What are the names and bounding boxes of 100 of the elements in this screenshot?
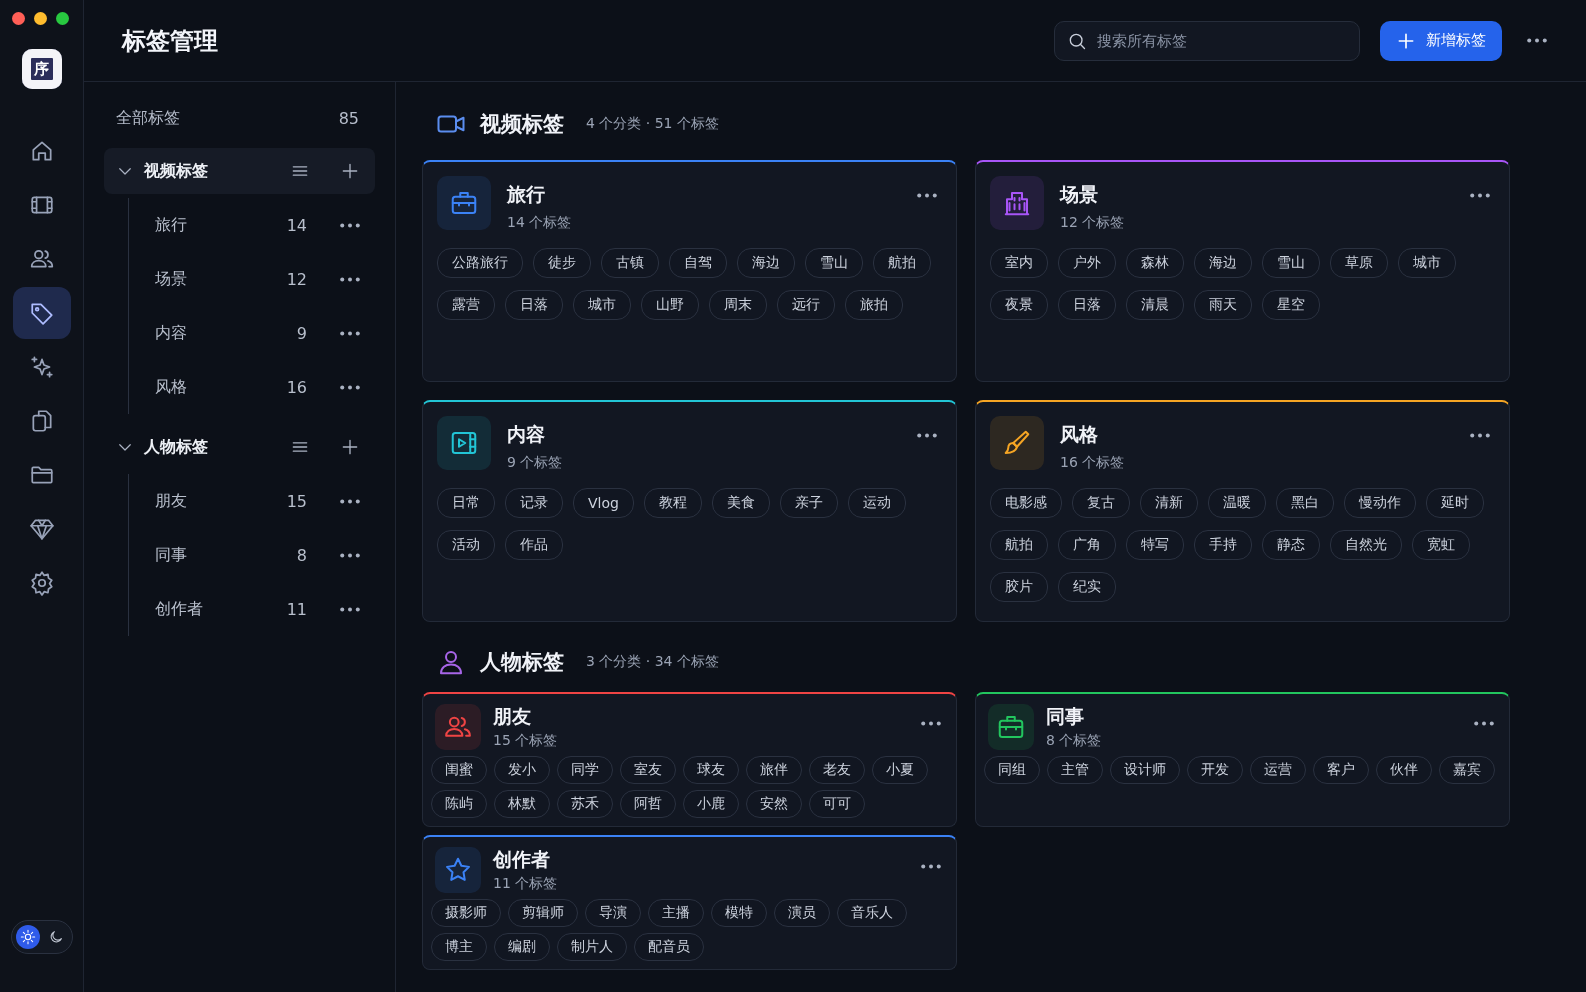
tag-chip[interactable]: 夜景 [990, 290, 1048, 320]
tag-chip[interactable]: 周末 [709, 290, 767, 320]
tag-chip[interactable]: 设计师 [1110, 756, 1180, 784]
tag-chip[interactable]: 露营 [437, 290, 495, 320]
tag-chip[interactable]: 静态 [1262, 530, 1320, 560]
tag-chip[interactable]: 森林 [1126, 248, 1184, 278]
tag-chip[interactable]: 阿哲 [620, 790, 676, 818]
tag-chip[interactable]: 城市 [573, 290, 631, 320]
tag-chip[interactable]: 电影感 [990, 488, 1062, 518]
group-label[interactable]: 人物标签 [144, 436, 263, 458]
tag-chip[interactable]: 记录 [505, 488, 563, 518]
new-tag-button[interactable]: 新增标签 [1380, 20, 1502, 61]
tag-chip[interactable]: 日落 [505, 290, 563, 320]
tag-chip[interactable]: 自然光 [1330, 530, 1402, 560]
theme-toggle[interactable] [10, 920, 73, 954]
tag-chip[interactable]: 同组 [984, 756, 1040, 784]
tag-chip[interactable]: 自驾 [669, 248, 727, 278]
tag-chip[interactable]: 闺蜜 [431, 756, 487, 784]
tag-chip[interactable]: 远行 [777, 290, 835, 320]
search-field[interactable]: 搜索所有标签 [1054, 20, 1360, 61]
tag-chip[interactable]: 雪山 [1262, 248, 1320, 278]
sidebar-item[interactable]: 内容 [155, 322, 297, 344]
sidebar-item[interactable]: 全部标签 [116, 107, 180, 129]
tag-chip[interactable]: 雪山 [805, 248, 863, 278]
sidebar-item[interactable]: 同事 [155, 544, 297, 566]
tag-chip[interactable]: 编剧 [494, 933, 550, 961]
nav-button[interactable] [12, 287, 71, 339]
tag-chip[interactable]: 音乐人 [837, 899, 907, 927]
tag-chip[interactable]: 山野 [641, 290, 699, 320]
tag-chip[interactable]: 特写 [1126, 530, 1184, 560]
tag-chip[interactable]: 慢动作 [1344, 488, 1416, 518]
tag-chip[interactable]: 开发 [1187, 756, 1243, 784]
tag-chip[interactable]: 城市 [1398, 248, 1456, 278]
sidebar-item[interactable]: 创作者 [155, 598, 287, 620]
tag-chip[interactable]: 草原 [1330, 248, 1388, 278]
tag-chip[interactable]: 延时 [1426, 488, 1484, 518]
tag-chip[interactable]: 胶片 [990, 572, 1048, 602]
tag-chip[interactable]: 公路旅行 [437, 248, 523, 278]
tag-chip[interactable]: 摄影师 [431, 899, 501, 927]
tag-chip[interactable]: 客户 [1313, 756, 1369, 784]
tag-chip[interactable]: 模特 [711, 899, 767, 927]
tag-chip[interactable]: 温暖 [1208, 488, 1266, 518]
tag-chip[interactable]: 日常 [437, 488, 495, 518]
sidebar-item[interactable]: 旅行 [155, 214, 287, 236]
tag-chip[interactable]: 教程 [643, 488, 702, 518]
tag-chip[interactable]: 老友 [809, 756, 865, 784]
window-control[interactable] [12, 12, 25, 25]
tag-chip[interactable]: 清晨 [1126, 290, 1184, 320]
tag-chip[interactable]: 雨天 [1194, 290, 1252, 320]
tag-chip[interactable]: 纪实 [1058, 572, 1116, 602]
tag-chip[interactable]: 手持 [1194, 530, 1252, 560]
tag-chip[interactable]: Vlog [573, 488, 634, 518]
tag-chip[interactable]: 制片人 [557, 933, 627, 961]
tag-chip[interactable]: 小鹿 [683, 790, 739, 818]
tag-chip[interactable]: 苏禾 [557, 790, 613, 818]
tag-chip[interactable]: 可可 [809, 790, 865, 818]
tag-chip[interactable]: 旅拍 [845, 290, 903, 320]
tag-chip[interactable]: 星空 [1262, 290, 1320, 320]
tag-chip[interactable]: 航拍 [873, 248, 931, 278]
tag-chip[interactable]: 航拍 [990, 530, 1048, 560]
tag-chip[interactable]: 运动 [847, 488, 906, 518]
tag-chip[interactable]: 演员 [774, 899, 830, 927]
tag-chip[interactable]: 导演 [585, 899, 641, 927]
tag-chip[interactable]: 同学 [557, 756, 613, 784]
tag-chip[interactable]: 发小 [494, 756, 550, 784]
tag-chip[interactable]: 林默 [494, 790, 550, 818]
tag-chip[interactable]: 伙伴 [1376, 756, 1432, 784]
tag-chip[interactable]: 活动 [437, 530, 495, 560]
window-control[interactable] [56, 12, 69, 25]
tag-chip[interactable]: 博主 [431, 933, 487, 961]
sidebar-item[interactable]: 场景 [155, 268, 287, 290]
tag-chip[interactable]: 剪辑师 [508, 899, 578, 927]
tag-chip[interactable]: 古镇 [601, 248, 659, 278]
tag-chip[interactable]: 清新 [1140, 488, 1198, 518]
tag-chip[interactable]: 运营 [1250, 756, 1306, 784]
tag-chip[interactable]: 主播 [648, 899, 704, 927]
tag-chip[interactable]: 广角 [1058, 530, 1116, 560]
tag-chip[interactable]: 美食 [711, 488, 770, 518]
tag-chip[interactable]: 安然 [746, 790, 802, 818]
tag-chip[interactable]: 海边 [737, 248, 795, 278]
tag-chip[interactable]: 黑白 [1276, 488, 1334, 518]
sidebar-item[interactable]: 风格 [155, 376, 287, 398]
tag-chip[interactable]: 复古 [1072, 488, 1130, 518]
tag-chip[interactable]: 户外 [1058, 248, 1116, 278]
window-control[interactable] [34, 12, 47, 25]
tag-chip[interactable]: 徒步 [533, 248, 591, 278]
tag-chip[interactable]: 亲子 [779, 488, 838, 518]
tag-chip[interactable]: 主管 [1047, 756, 1103, 784]
tag-chip[interactable]: 室内 [990, 248, 1048, 278]
tag-chip[interactable]: 日落 [1058, 290, 1116, 320]
theme-option[interactable] [15, 925, 40, 949]
group-label[interactable]: 视频标签 [144, 160, 263, 182]
tag-chip[interactable]: 室友 [620, 756, 676, 784]
tag-chip[interactable]: 海边 [1194, 248, 1252, 278]
tag-chip[interactable]: 作品 [505, 530, 563, 560]
tag-chip[interactable]: 旅伴 [746, 756, 802, 784]
tag-chip[interactable]: 宽虹 [1412, 530, 1470, 560]
tag-chip[interactable]: 配音员 [634, 933, 704, 961]
group-header[interactable]: 视频标签 [104, 148, 375, 194]
sidebar-item[interactable]: 朋友 [155, 490, 287, 512]
